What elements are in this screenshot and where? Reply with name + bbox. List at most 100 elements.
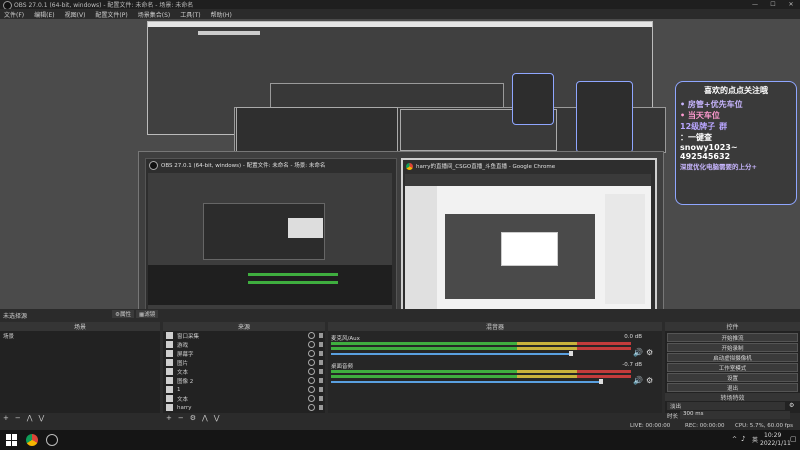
eye-icon[interactable] [308, 404, 315, 411]
lock-icon[interactable] [319, 342, 323, 347]
menu-file[interactable]: 文件(F) [4, 10, 24, 19]
move-up-button[interactable]: ⋀ [202, 414, 208, 422]
eye-icon[interactable] [308, 377, 315, 384]
eye-icon[interactable] [308, 341, 315, 348]
mic-volume-knob[interactable] [569, 351, 573, 356]
audio-mixer: 麦克风/Aux 0.0 dB 🔊 ⚙ 桌面音频 -0.7 dB 🔊 ⚙ [328, 331, 662, 413]
overlay-line-1: • 房管+优先车位 [680, 100, 743, 109]
lock-icon[interactable] [319, 396, 323, 401]
filters-button[interactable]: ▦滤镜 [136, 310, 159, 318]
obs-taskbar-icon[interactable] [46, 434, 58, 446]
start-streaming-button[interactable]: 开始推流 [667, 333, 798, 342]
mic-speaker-icon[interactable]: 🔊 [633, 348, 643, 357]
overlay-line-4: 群 [719, 122, 728, 131]
scenes-toolbar: + − ⋀ ⋁ [0, 413, 160, 422]
chrome-taskbar-icon[interactable] [26, 434, 38, 446]
remove-source-button[interactable]: − [178, 414, 184, 422]
switcher-chrome-window[interactable]: harry的直播间_CSGO直播_斗鱼直播 - Google Chrome [401, 158, 657, 309]
close-button[interactable]: ✕ [782, 0, 800, 9]
desktop-volume-knob[interactable] [599, 379, 603, 384]
task-switcher: OBS 27.0.1 (64-bit, windows) - 配置文件: 未命名… [138, 151, 664, 309]
lock-icon[interactable] [319, 333, 323, 338]
source-item[interactable]: 图像 2 [163, 376, 325, 385]
source-item[interactable]: 图片 [163, 358, 325, 367]
status-bar: LIVE: 00:00:00 REC: 00:00:00 CPU: 5.7%, … [0, 422, 800, 430]
clock-time[interactable]: 10:29 [764, 432, 781, 439]
lock-icon[interactable] [319, 387, 323, 392]
notification-icon[interactable]: ▢ [790, 435, 797, 443]
move-down-button[interactable]: ⋁ [39, 414, 45, 422]
lock-icon[interactable] [319, 360, 323, 365]
tray-chevron-icon[interactable]: ^ [732, 436, 737, 443]
menu-help[interactable]: 帮助(H) [211, 10, 232, 19]
ime-indicator[interactable]: 英 [752, 435, 758, 444]
add-transition-icon[interactable]: ⚙ [789, 402, 794, 409]
source-item[interactable]: 屏幕字 [163, 349, 325, 358]
obs-thumb [148, 173, 392, 309]
source-item[interactable]: 文本 [163, 367, 325, 376]
overlay-small-2 [576, 81, 633, 153]
maximize-button[interactable]: ☐ [764, 0, 782, 9]
add-source-button[interactable]: + [166, 414, 172, 422]
desktop-gear-icon[interactable]: ⚙ [646, 376, 653, 385]
lock-icon[interactable] [319, 378, 323, 383]
source-item[interactable]: 窗口采集 [163, 331, 325, 340]
remove-scene-button[interactable]: − [15, 414, 21, 422]
source-settings-button[interactable]: ⚙ [190, 414, 196, 422]
mic-volume-slider[interactable] [331, 353, 571, 355]
transition-select[interactable]: 淡出 [667, 402, 785, 410]
menu-scene-collection[interactable]: 场景集合(S) [138, 10, 171, 19]
mic-gear-icon[interactable]: ⚙ [646, 348, 653, 357]
minimize-button[interactable]: — [746, 0, 764, 9]
overlay-line-2: • 当天车位 [680, 111, 720, 120]
menu-tools[interactable]: 工具(T) [180, 10, 200, 19]
scene-item[interactable]: 场景 [0, 331, 160, 340]
desktop-speaker-icon[interactable]: 🔊 [633, 376, 643, 385]
clock-date[interactable]: 2022/1/11 [760, 440, 791, 447]
image-icon [166, 404, 173, 411]
eye-icon[interactable] [308, 368, 315, 375]
add-scene-button[interactable]: + [3, 414, 9, 422]
eye-icon[interactable] [308, 395, 315, 402]
volume-icon[interactable]: ♪ [741, 435, 745, 443]
nested-capture-2 [198, 31, 260, 35]
properties-button[interactable]: ⚙属性 [112, 310, 134, 318]
switcher-obs-window[interactable]: OBS 27.0.1 (64-bit, windows) - 配置文件: 未命名… [145, 158, 397, 309]
windows-start-icon[interactable] [6, 434, 18, 446]
switcher-chrome-title: harry的直播间_CSGO直播_斗鱼直播 - Google Chrome [416, 164, 556, 170]
source-label: 1 [177, 386, 181, 393]
move-down-button[interactable]: ⋁ [214, 414, 220, 422]
lock-icon[interactable] [319, 405, 323, 410]
sources-title: 来源 [237, 324, 250, 331]
eye-icon[interactable] [308, 359, 315, 366]
eye-icon[interactable] [308, 350, 315, 357]
exit-button[interactable]: 退出 [667, 383, 798, 392]
source-label: 图像 2 [177, 378, 194, 385]
image-icon [166, 377, 173, 384]
source-item[interactable]: 1 [163, 385, 325, 394]
source-item[interactable]: harry [163, 403, 325, 412]
source-label: 图片 [177, 360, 189, 367]
move-up-button[interactable]: ⋀ [27, 414, 33, 422]
no-source-label: 未选择源 [3, 313, 28, 320]
menu-profile[interactable]: 配置文件(P) [95, 10, 127, 19]
studio-mode-button[interactable]: 工作室模式 [667, 363, 798, 372]
eye-icon[interactable] [308, 386, 315, 393]
duration-input[interactable]: 300 ms [680, 411, 790, 419]
lock-icon[interactable] [319, 369, 323, 374]
start-virtual-camera-button[interactable]: 启动虚拟摄像机 [667, 353, 798, 362]
menu-view[interactable]: 视图(V) [65, 10, 86, 19]
preview-canvas[interactable]: 喜欢的点点关注哦 • 房管+优先车位 • 当天车位 12级牌子 群 ：一键查 s… [0, 19, 800, 309]
start-recording-button[interactable]: 开始录制 [667, 343, 798, 352]
eye-icon[interactable] [308, 332, 315, 339]
desktop-volume-slider[interactable] [331, 381, 601, 383]
menu-edit[interactable]: 编辑(E) [34, 10, 54, 19]
transition-value: 淡出 [670, 404, 682, 410]
lock-icon[interactable] [319, 351, 323, 356]
game-icon [166, 341, 173, 348]
source-item[interactable]: 文本 [163, 394, 325, 403]
chrome-icon [406, 162, 413, 170]
source-item[interactable]: 游戏 [163, 340, 325, 349]
overlay-line-7: 492545632 [680, 152, 731, 161]
settings-button[interactable]: 设置 [667, 373, 798, 382]
